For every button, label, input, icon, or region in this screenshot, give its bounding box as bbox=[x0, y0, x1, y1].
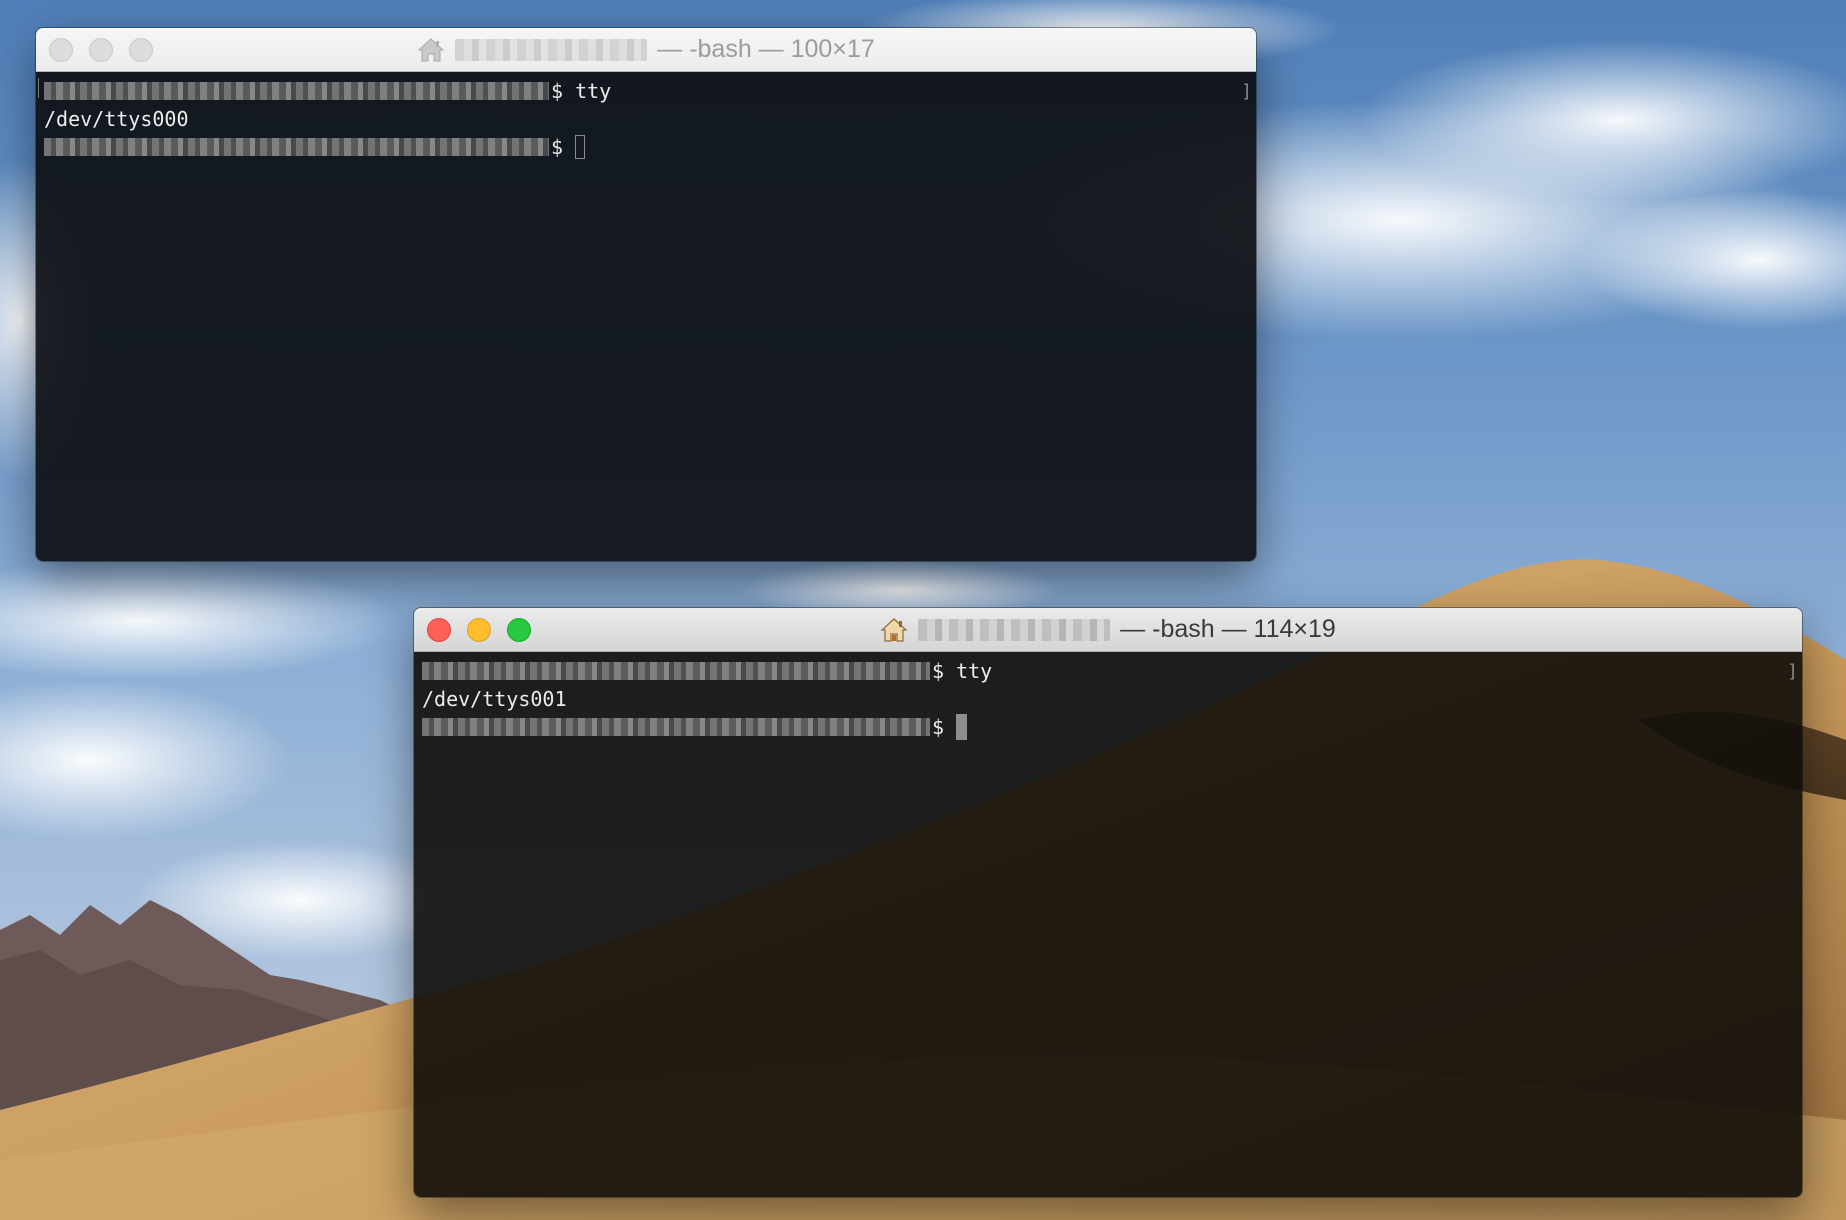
terminal-content[interactable]: ] $ tty /dev/ttys001 $ bbox=[414, 652, 1802, 1197]
prompt-symbol: $ bbox=[932, 715, 945, 739]
window-controls bbox=[49, 28, 153, 71]
terminal-content[interactable]: ] $ tty /dev/ttys000 $ bbox=[36, 72, 1256, 561]
window-title: — -bash — 100×17 bbox=[417, 35, 875, 64]
prompt-symbol: $ bbox=[551, 135, 564, 159]
redacted-prompt bbox=[422, 718, 930, 736]
redacted-hostname bbox=[918, 618, 1111, 641]
cursor bbox=[956, 714, 968, 740]
title-bar[interactable]: — -bash — 100×17 bbox=[36, 28, 1256, 72]
minimize-icon[interactable] bbox=[467, 617, 491, 642]
home-icon bbox=[417, 37, 445, 61]
zoom-icon[interactable] bbox=[507, 617, 531, 642]
left-edge-mark bbox=[38, 78, 39, 98]
right-edge-mark: ] bbox=[1787, 661, 1798, 682]
window-controls bbox=[427, 608, 531, 651]
close-icon[interactable] bbox=[49, 37, 73, 62]
right-edge-mark: ] bbox=[1241, 81, 1252, 102]
terminal-line: $ tty bbox=[44, 77, 1256, 105]
close-icon[interactable] bbox=[427, 617, 451, 642]
title-bar[interactable]: — -bash — 114×19 bbox=[414, 608, 1802, 652]
cursor bbox=[575, 135, 586, 159]
zoom-icon[interactable] bbox=[129, 37, 153, 62]
terminal-window-1[interactable]: — -bash — 100×17 ] $ tty /dev/ttys000 $ bbox=[36, 28, 1256, 561]
command-text: $ tty bbox=[551, 79, 612, 103]
minimize-icon[interactable] bbox=[89, 37, 113, 62]
terminal-line: /dev/ttys001 bbox=[422, 685, 1802, 713]
title-text: — -bash — 114×19 bbox=[1120, 615, 1336, 643]
window-title: — -bash — 114×19 bbox=[880, 615, 1336, 644]
terminal-line: $ bbox=[422, 713, 1802, 741]
redacted-prompt bbox=[422, 662, 930, 680]
desktop: — -bash — 100×17 ] $ tty /dev/ttys000 $ bbox=[0, 0, 1846, 1220]
command-text: $ tty bbox=[932, 659, 993, 683]
terminal-line: $ tty bbox=[422, 657, 1802, 685]
output-text: /dev/ttys000 bbox=[44, 107, 189, 131]
redacted-prompt bbox=[44, 138, 549, 156]
terminal-line: $ bbox=[44, 133, 1256, 161]
terminal-window-2[interactable]: — -bash — 114×19 ] $ tty /dev/ttys001 $ bbox=[414, 608, 1802, 1197]
output-text: /dev/ttys001 bbox=[422, 687, 567, 711]
redacted-prompt bbox=[44, 82, 549, 100]
home-icon bbox=[880, 617, 908, 642]
terminal-line: /dev/ttys000 bbox=[44, 105, 1256, 133]
redacted-hostname bbox=[455, 38, 648, 61]
title-text: — -bash — 100×17 bbox=[657, 35, 875, 63]
